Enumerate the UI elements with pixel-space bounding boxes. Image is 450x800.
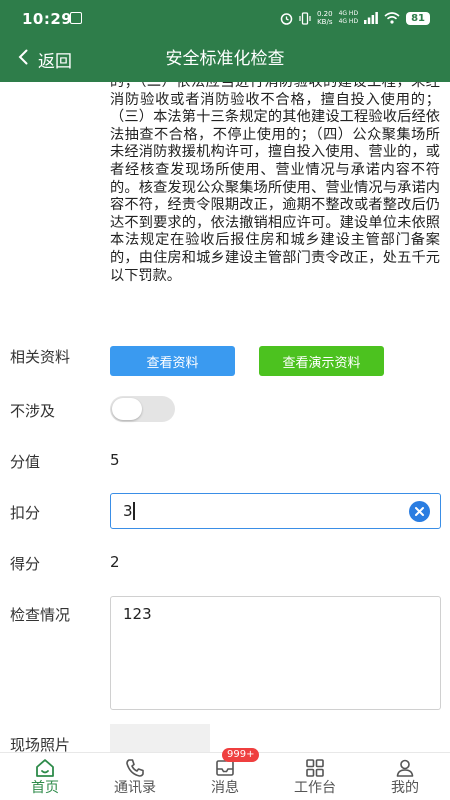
signal-icon [364,12,378,24]
clear-input-icon[interactable] [409,501,430,522]
network-label-1: 4G HD [338,10,359,17]
home-icon [34,757,56,779]
nav-item-messages[interactable]: 999+ 消息 [180,748,270,800]
message-count-badge: 999+ [222,748,260,762]
speed-unit: KB/s [317,18,333,26]
deduction-input-value[interactable]: 3 [123,494,133,528]
vibrate-icon [299,11,311,25]
deduction-input[interactable]: 3 [110,493,441,529]
back-label: 返回 [38,51,72,72]
status-indicators: 0.20 KB/s 4G HD 4G HD 81 [280,9,430,27]
site-photo-upload[interactable] [110,724,210,752]
inspection-textarea[interactable]: 123 [110,596,441,710]
speed-value: 0.20 [316,10,333,18]
nav-item-contacts[interactable]: 通讯录 [90,753,180,800]
status-time: 10:29 [22,10,73,28]
phone-icon [124,757,146,779]
back-button[interactable]: 返回 [18,36,72,82]
app-header: 安全标准化检查 返回 [0,36,450,82]
not-applicable-toggle[interactable] [110,396,175,422]
network-speed: 0.20 KB/s [317,10,333,26]
app-notification-icon [70,12,82,24]
earned-score-label: 得分 [10,555,41,573]
grid-icon [304,757,326,779]
network-type: 4G HD 4G HD [339,10,359,26]
bottom-nav: 首页 通讯录 999+ 消息 工作台 我的 [0,748,450,800]
inspection-label: 检查情况 [10,606,71,624]
status-bar: 10:29 0.20 KB/s 4G HD 4G HD 81 [0,0,450,36]
nav-label-profile: 我的 [391,780,419,796]
chevron-left-icon [18,49,28,70]
wifi-icon [384,12,400,24]
earned-score-value: 2 [110,553,120,571]
score-value: 5 [110,451,120,469]
text-caret [133,502,135,520]
site-photo-label: 现场照片 [10,736,71,752]
view-material-button[interactable]: 查看资料 [110,346,235,376]
user-icon [394,757,416,779]
network-label-2: 4G HD [338,18,359,25]
battery-indicator: 81 [406,11,430,25]
toggle-knob [112,398,142,420]
deduction-label: 扣分 [10,504,41,522]
law-description-text: 的；（二）依法应当进行消防验收的建设工程，未经消防验收或者消防验收不合格，擅自投… [110,82,440,284]
nav-label-messages: 消息 [211,780,239,796]
not-applicable-label: 不涉及 [10,402,56,420]
nav-label-contacts: 通讯录 [114,780,156,796]
alarm-icon [280,12,293,25]
related-material-label: 相关资料 [10,348,71,366]
inspection-textarea-value[interactable]: 123 [123,605,152,623]
nav-item-home[interactable]: 首页 [0,753,90,800]
nav-label-home: 首页 [31,780,59,796]
form-content[interactable]: 的；（二）依法应当进行消防验收的建设工程，未经消防验收或者消防验收不合格，擅自投… [0,82,450,752]
score-label: 分值 [10,453,41,471]
view-demo-material-button[interactable]: 查看演示资料 [259,346,384,376]
nav-item-profile[interactable]: 我的 [360,753,450,800]
nav-item-workbench[interactable]: 工作台 [270,753,360,800]
nav-label-workbench: 工作台 [294,780,336,796]
